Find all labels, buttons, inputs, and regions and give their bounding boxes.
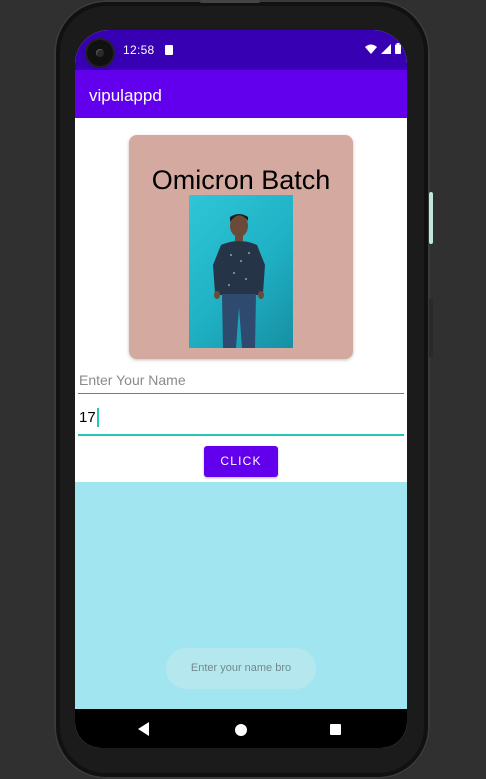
card-title: Omicron Batch: [151, 165, 331, 195]
name-input-placeholder: Enter Your Name: [79, 372, 186, 388]
profile-card: Omicron Batch: [129, 135, 353, 359]
signal-icon: [381, 43, 391, 54]
navigation-bar: [75, 709, 407, 748]
back-icon[interactable]: [138, 722, 149, 736]
wifi-icon: [365, 44, 377, 54]
text-cursor: [97, 408, 99, 427]
volume-button: [429, 298, 433, 358]
home-icon[interactable]: [235, 724, 247, 736]
person-figure: [213, 214, 265, 348]
toast-message: Enter your name bro: [166, 648, 316, 689]
phone-screen: 12:58 vipulappd Omicron Batch Enter Your…: [75, 30, 407, 748]
sd-card-icon: [165, 45, 173, 55]
power-button: [429, 192, 433, 244]
age-input[interactable]: 17: [78, 408, 404, 436]
app-bar: vipulappd: [75, 70, 407, 118]
speaker-grille: [200, 0, 260, 3]
status-time: 12:58: [123, 43, 155, 57]
status-bar: 12:58: [75, 30, 407, 70]
recents-icon[interactable]: [330, 724, 341, 735]
name-input[interactable]: Enter Your Name: [78, 367, 404, 394]
camera-lens: [96, 49, 104, 57]
profile-photo: [189, 195, 293, 348]
bottom-panel: Enter your name bro: [75, 482, 407, 709]
app-title: vipulappd: [89, 86, 162, 105]
age-input-value: 17: [79, 409, 96, 426]
click-button[interactable]: CLICK: [204, 446, 278, 477]
front-camera: [87, 40, 113, 66]
status-icons: [365, 43, 401, 54]
battery-icon: [395, 43, 401, 54]
